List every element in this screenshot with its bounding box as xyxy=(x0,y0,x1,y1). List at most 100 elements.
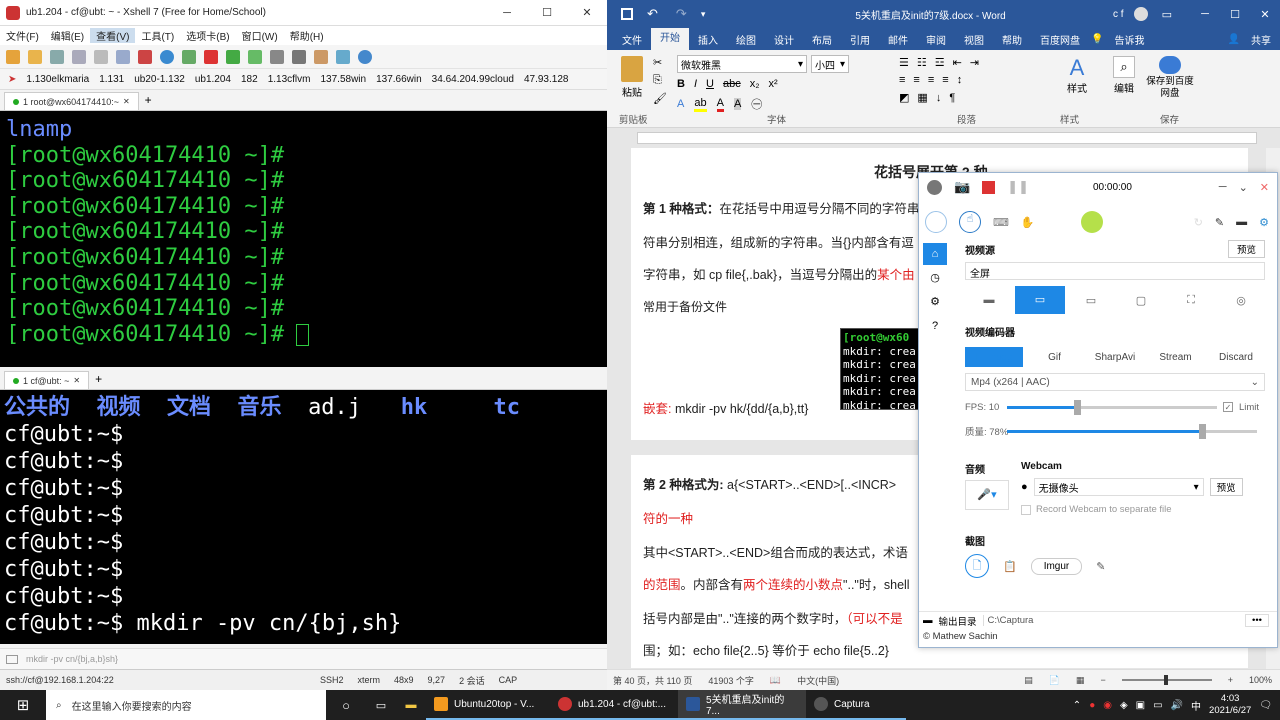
clipboard-icon[interactable]: 📋 xyxy=(1003,560,1017,573)
xftp-icon[interactable] xyxy=(204,49,218,64)
print-layout-icon[interactable]: ▦ xyxy=(1076,675,1085,686)
tab-draw[interactable]: 绘图 xyxy=(727,32,765,47)
notification-icon[interactable]: 🗨 xyxy=(1259,700,1272,711)
net-tray-icon[interactable]: ◉ xyxy=(1103,700,1112,711)
explorer-icon[interactable]: ▬ xyxy=(396,699,426,711)
help-icon[interactable] xyxy=(358,49,372,64)
undo-icon[interactable]: ↶ xyxy=(647,6,658,22)
redo-icon[interactable]: ↷ xyxy=(676,6,687,22)
status-page[interactable]: 第 40 页，共 110 页 xyxy=(613,674,692,687)
maximize-icon[interactable]: ☐ xyxy=(527,6,567,19)
zoom-slider[interactable] xyxy=(1121,675,1212,685)
borders-icon[interactable]: ▦ xyxy=(917,91,927,104)
customize-icon[interactable]: ▾ xyxy=(701,9,706,20)
elapsed-icon[interactable]: ✋ xyxy=(1021,216,1035,229)
link-item[interactable]: 1.13cflvm xyxy=(268,74,311,85)
editor-icon[interactable]: ✎ xyxy=(1096,560,1105,573)
encoder-gif[interactable]: Gif xyxy=(1026,347,1084,367)
app-tray-icon[interactable]: ▣ xyxy=(1136,700,1145,711)
terminal-root[interactable]: lnamp [root@wx604174410 ~]# [root@wx60417… xyxy=(0,111,607,367)
folder-icon[interactable]: ▬ xyxy=(1236,216,1247,228)
bold-icon[interactable]: B xyxy=(677,78,685,90)
tab-design[interactable]: 设计 xyxy=(765,32,803,47)
multilevel-icon[interactable]: ☲ xyxy=(935,56,945,69)
word-ruler[interactable] xyxy=(607,128,1280,148)
encoder-ffmpeg[interactable]: FFmpeg xyxy=(965,347,1023,367)
shading-icon[interactable]: ◩ xyxy=(899,91,909,104)
link-item[interactable]: 1.130elkmaria xyxy=(26,74,89,85)
share-button[interactable]: 共享 xyxy=(1242,32,1280,47)
app-tray-icon[interactable]: ◈ xyxy=(1120,700,1128,711)
paste-button[interactable]: 粘贴 xyxy=(617,56,647,99)
checkbox-icon[interactable]: ✓ xyxy=(1223,402,1233,412)
save-icon[interactable] xyxy=(621,8,633,20)
quality-slider[interactable] xyxy=(1007,423,1257,439)
xshell-titlebar[interactable]: ub1.204 - cf@ubt: ~ - Xshell 7 (Free for… xyxy=(0,0,607,26)
link-item[interactable]: 47.93.128 xyxy=(524,74,569,85)
webcam-source-icon[interactable]: ▬ xyxy=(965,294,1013,306)
settings-icon[interactable]: ⚙ xyxy=(1259,216,1269,229)
maximize-icon[interactable]: ☐ xyxy=(1220,8,1250,21)
checkbox-icon[interactable] xyxy=(1021,504,1031,515)
lock-icon[interactable] xyxy=(270,49,284,64)
zoom-out-icon[interactable]: − xyxy=(1100,675,1105,685)
italic-icon[interactable]: I xyxy=(694,78,697,90)
tab-insert[interactable]: 插入 xyxy=(689,32,727,47)
window-source-icon[interactable]: ▭ xyxy=(1067,294,1115,307)
pen-icon[interactable]: ✎ xyxy=(1215,216,1224,229)
status-language[interactable]: 中文(中国) xyxy=(797,674,839,687)
status-words[interactable]: 41903 个字 xyxy=(708,674,754,687)
menu-file[interactable]: 文件(F) xyxy=(0,28,45,43)
fullscreen-icon[interactable] xyxy=(248,49,262,64)
mouse-click-icon[interactable]: ☝ xyxy=(959,211,981,233)
script-icon[interactable] xyxy=(314,49,328,64)
clock[interactable]: 4:03 2021/6/27 xyxy=(1209,693,1251,717)
avatar[interactable] xyxy=(1133,7,1148,21)
tab-review[interactable]: 审阅 xyxy=(917,32,955,47)
tab-view[interactable]: 视图 xyxy=(955,32,993,47)
record-tray-icon[interactable]: ● xyxy=(1089,700,1095,711)
add-tab-icon[interactable]: + xyxy=(139,93,158,110)
imgur-button[interactable]: Imgur xyxy=(1030,557,1083,575)
layout-icon[interactable] xyxy=(336,49,350,64)
audio-button[interactable]: 🎤▾ xyxy=(965,480,1009,510)
about-icon[interactable]: ? xyxy=(923,315,947,337)
line-spacing-icon[interactable]: ↕ xyxy=(957,74,963,86)
close-icon[interactable]: ✕ xyxy=(1260,181,1269,194)
align-center-icon[interactable]: ≡ xyxy=(913,74,919,86)
taskbar-app-captura[interactable]: Captura xyxy=(806,690,906,720)
status-zoom[interactable]: 100% xyxy=(1249,675,1272,685)
keyboard-icon[interactable] xyxy=(292,49,306,64)
link-item[interactable]: 137.58win xyxy=(320,74,366,85)
terminal-cf[interactable]: 公共的 视频 文档 音乐 ad.j hk tc cf@ubt:~$ cf@ubt:… xyxy=(0,390,607,644)
tell-me[interactable]: 告诉我 xyxy=(1105,32,1153,47)
keystrokes-icon[interactable]: ⌨ xyxy=(993,216,1009,229)
webcam-preview-button[interactable]: 预览 xyxy=(1209,478,1243,496)
tab-cf-session[interactable]: 1 cf@ubt: ~ ✕ xyxy=(4,371,90,389)
copy-icon[interactable] xyxy=(72,49,86,64)
collapse-icon[interactable] xyxy=(927,179,942,195)
app-source-icon[interactable]: ▢ xyxy=(1117,294,1165,307)
quality-slider-thumb[interactable] xyxy=(1199,423,1206,439)
settings-icon[interactable]: ⚙ xyxy=(923,291,947,313)
taskbar-app-vmware[interactable]: Ubuntu20top - V... xyxy=(426,690,550,720)
link-item[interactable]: ub20-1.132 xyxy=(134,74,185,85)
taskbar-search[interactable]: ⌕ 在这里输入你要搜索的内容 xyxy=(46,690,326,720)
enclose-char-icon[interactable]: ㊀ xyxy=(751,96,762,112)
preview-button[interactable]: 预览 xyxy=(1227,240,1265,258)
record-webcam-row[interactable]: Record Webcam to separate file xyxy=(1021,504,1265,515)
collapse-down-icon[interactable]: ⌄ xyxy=(1239,181,1248,194)
fps-slider-thumb[interactable] xyxy=(1074,399,1081,415)
superscript-icon[interactable]: x² xyxy=(769,78,778,90)
menu-tools[interactable]: 工具(T) xyxy=(135,28,180,43)
more-icon[interactable]: ••• xyxy=(1245,614,1269,627)
tab-file[interactable]: 文件 xyxy=(613,32,651,47)
home-icon[interactable]: ⌂ xyxy=(923,243,947,265)
link-item[interactable]: ub1.204 xyxy=(195,74,231,85)
folder-icon[interactable]: ▬ xyxy=(923,615,933,626)
char-shading-icon[interactable]: A xyxy=(733,98,742,110)
numbering-icon[interactable]: ☷ xyxy=(917,56,927,69)
minimize-icon[interactable]: ─ xyxy=(487,7,527,19)
tab-mailings[interactable]: 邮件 xyxy=(879,32,917,47)
ime-indicator[interactable]: 中 xyxy=(1191,698,1201,713)
